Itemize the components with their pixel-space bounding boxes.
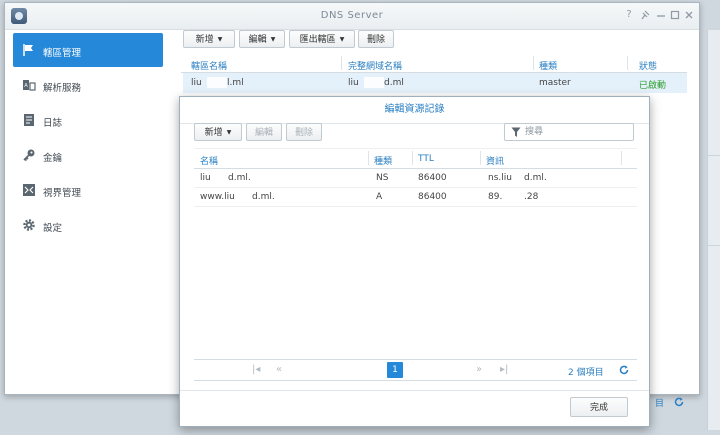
column-zone-name[interactable]: 轄區名稱	[191, 59, 227, 72]
column-ttl[interactable]: TTL	[418, 154, 434, 164]
background-window-edge	[707, 30, 720, 430]
delete-zone-button[interactable]: 刪除	[358, 30, 394, 48]
table-row[interactable]: www.liu d.ml. A 86400 89. .28	[194, 187, 637, 207]
flag-icon	[23, 44, 33, 56]
edit-resource-records-dialog: 編輯資源記錄 新增▼ 編輯 刪除 名稱 種類 TTL 資訊 liu d.ml. …	[179, 96, 650, 427]
delete-record-button[interactable]: 刪除	[286, 123, 322, 141]
pin-icon[interactable]	[639, 9, 651, 21]
close-icon[interactable]	[683, 9, 695, 21]
column-info[interactable]: 資訊	[486, 154, 504, 167]
last-page-icon[interactable]: ▸|	[500, 364, 508, 375]
create-zone-button[interactable]: 新增 ▼	[183, 30, 235, 48]
svg-text:A: A	[24, 83, 28, 89]
sidebar-item-log[interactable]: 日誌	[13, 103, 163, 137]
refresh-icon[interactable]	[618, 364, 630, 376]
table-row[interactable]: liu d.ml. NS 86400 ns.liu d.ml.	[194, 168, 637, 188]
gear-icon	[23, 219, 35, 231]
record-table-header: 名稱 種類 TTL 資訊	[194, 148, 637, 169]
column-status[interactable]: 狀態	[639, 59, 657, 72]
current-page[interactable]: 1	[387, 362, 403, 378]
column-type[interactable]: 種類	[374, 154, 392, 167]
refresh-icon[interactable]	[673, 396, 685, 408]
column-name[interactable]: 名稱	[200, 154, 218, 167]
done-button[interactable]: 完成	[570, 397, 628, 417]
sidebar-item-zones[interactable]: 轄區管理	[13, 33, 163, 67]
create-record-button[interactable]: 新增 ▼	[194, 123, 242, 141]
pagination-bar: |◂ « 1 » ▸| 2 個項目	[194, 359, 637, 381]
next-page-icon[interactable]: »	[476, 364, 482, 375]
zone-count-text: 目	[655, 399, 665, 409]
log-icon	[24, 114, 34, 126]
title-bar[interactable]: DNS Server ?	[5, 3, 699, 30]
help-icon[interactable]: ?	[623, 9, 635, 21]
sidebar-item-label: 日誌	[43, 118, 63, 129]
minimize-icon[interactable]	[655, 9, 667, 21]
item-count: 2 個項目	[568, 368, 604, 378]
edit-record-button[interactable]: 編輯	[246, 123, 282, 141]
table-row[interactable]: liu l.ml liu d.ml master 已啟動	[183, 73, 687, 93]
column-type[interactable]: 種類	[539, 59, 557, 72]
search-input[interactable]	[525, 125, 625, 139]
sidebar-item-label: 解析服務	[43, 83, 82, 94]
zone-table-header: 轄區名稱 完整網域名稱 種類 狀態	[181, 54, 687, 73]
window-title: DNS Server	[320, 10, 384, 21]
filter-icon	[511, 127, 521, 137]
sidebar-item-label: 轄區管理	[43, 48, 82, 59]
first-page-icon[interactable]: |◂	[252, 364, 260, 375]
prev-page-icon[interactable]: «	[276, 364, 282, 375]
sidebar-item-label: 視界管理	[43, 188, 82, 199]
column-fqdn[interactable]: 完整網域名稱	[348, 59, 402, 72]
key-icon	[23, 149, 35, 162]
sidebar-item-resolve[interactable]: A 解析服務	[13, 68, 163, 102]
edit-zone-button[interactable]: 編輯 ▼	[239, 30, 285, 48]
sidebar-item-settings[interactable]: 設定	[13, 208, 163, 242]
sidebar-item-keys[interactable]: 金鑰	[13, 138, 163, 172]
status-badge: 已啟動	[639, 81, 667, 91]
sidebar: 轄區管理 A 解析服務 日誌 金鑰 視界管理 設定	[5, 30, 170, 393]
sidebar-item-label: 金鑰	[43, 153, 63, 164]
maximize-icon[interactable]	[669, 9, 681, 21]
view-icon	[23, 184, 35, 196]
resolve-icon: A	[23, 80, 36, 91]
export-zone-button[interactable]: 匯出轄區 ▼	[289, 30, 355, 48]
sidebar-item-views[interactable]: 視界管理	[13, 173, 163, 207]
sidebar-item-label: 設定	[43, 223, 63, 234]
search-box[interactable]	[504, 123, 634, 141]
dialog-title[interactable]: 編輯資源記錄	[180, 97, 649, 124]
